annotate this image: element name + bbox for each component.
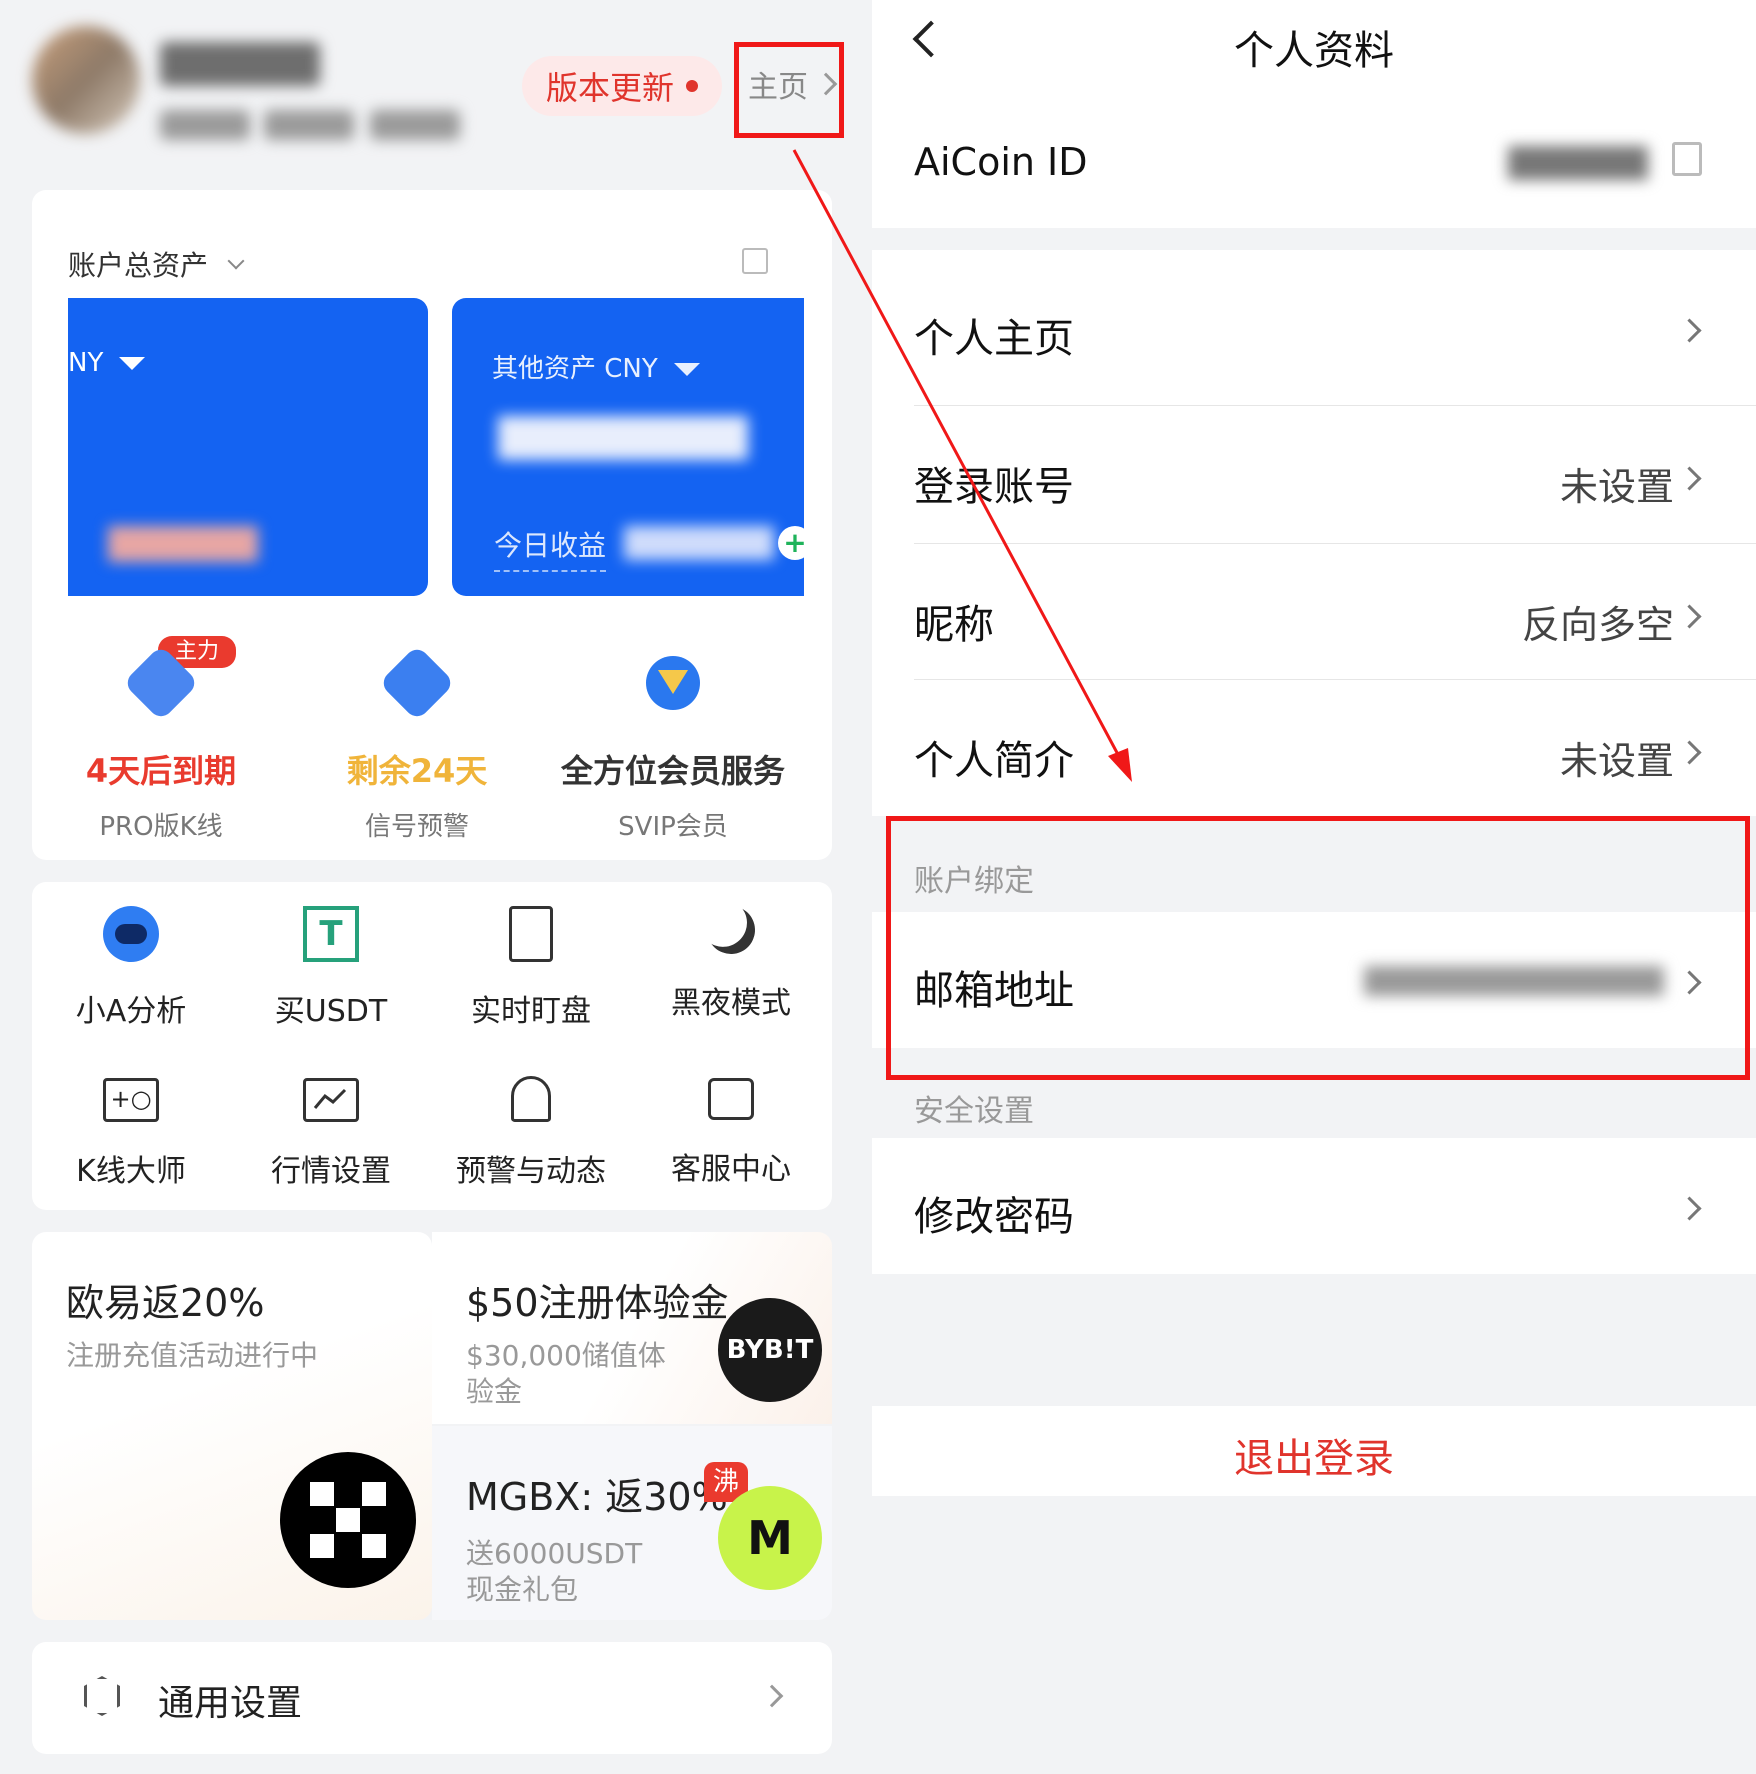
annotation-arrow [792, 149, 1132, 782]
annotation-arrow-line [792, 149, 1124, 763]
annotation-arrow-head [1108, 748, 1132, 782]
